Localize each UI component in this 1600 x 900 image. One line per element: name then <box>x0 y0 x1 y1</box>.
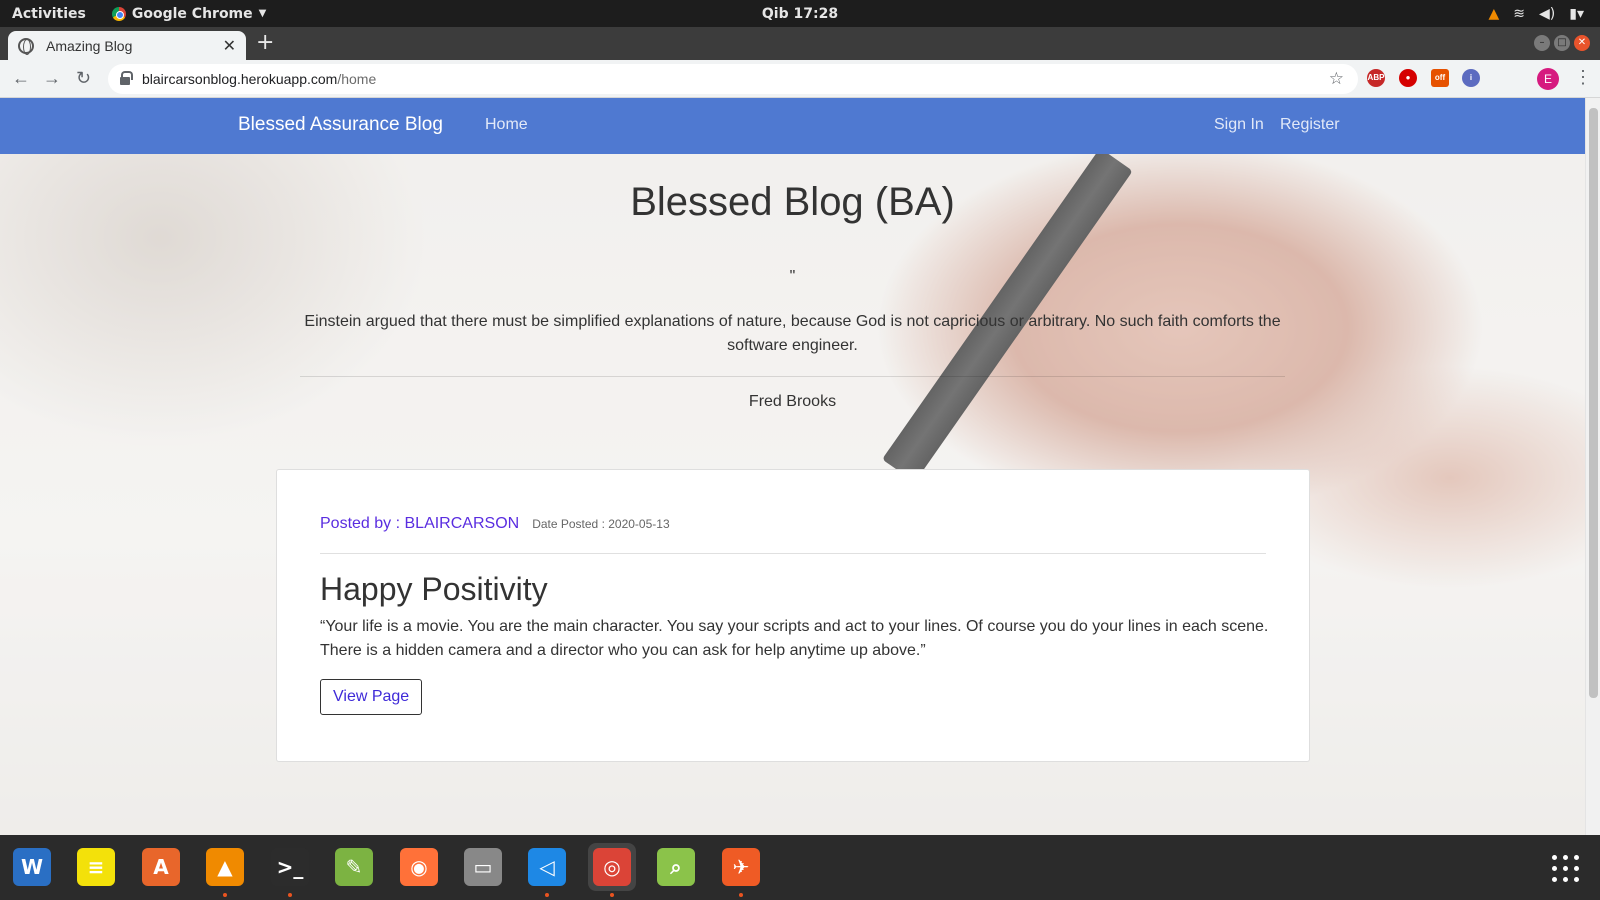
terminal-icon[interactable]: >_ <box>266 843 314 897</box>
firefox-icon-glyph: ◉ <box>400 848 438 886</box>
post-meta: Posted by : BLAIRCARSON Date Posted : 20… <box>320 515 670 533</box>
volume-icon[interactable]: ◀) <box>1539 6 1555 22</box>
files-icon-glyph: ▭ <box>464 848 502 886</box>
notes-icon-glyph: ≡ <box>77 848 115 886</box>
forward-button[interactable]: → <box>43 68 61 89</box>
software-center-icon[interactable]: A <box>137 843 185 891</box>
vlc-icon-glyph: ▲ <box>206 848 244 886</box>
image-viewer-icon-glyph: ⌕ <box>657 848 695 886</box>
minimize-button[interactable]: – <box>1534 35 1550 51</box>
quote-mark: " <box>789 268 796 285</box>
reload-button[interactable]: ↻ <box>76 68 91 89</box>
terminal-icon-glyph: >_ <box>271 848 309 886</box>
scrollbar-thumb[interactable] <box>1589 108 1598 698</box>
tab-title: Amazing Blog <box>46 37 133 54</box>
chrome-icon[interactable]: ◎ <box>588 843 636 897</box>
running-indicator <box>739 893 743 897</box>
running-indicator <box>610 893 614 897</box>
wifi-icon[interactable]: ≋ <box>1513 6 1525 22</box>
ublock-icon[interactable]: ● <box>1399 69 1417 87</box>
nav-register-link[interactable]: Register <box>1280 116 1340 134</box>
url-host: blaircarsonblog.herokuapp.com <box>142 71 338 87</box>
bookmark-star-icon[interactable]: ☆ <box>1329 69 1344 89</box>
text-editor-icon[interactable]: ✎ <box>330 843 378 891</box>
post-author-link[interactable]: Posted by : BLAIRCARSON <box>320 515 519 533</box>
rss-extension-icon[interactable]: off <box>1431 69 1449 87</box>
profile-avatar[interactable]: E <box>1537 68 1559 90</box>
system-top-bar: Activities Google Chrome ▼ Qib 17:28 ▲ ≋… <box>0 0 1600 27</box>
card-divider <box>320 553 1266 554</box>
globe-icon <box>18 37 34 55</box>
maximize-button[interactable]: □ <box>1554 35 1570 51</box>
app-menu[interactable]: Google Chrome ▼ <box>111 5 267 22</box>
running-indicator <box>223 893 227 897</box>
quote-divider <box>300 376 1285 377</box>
post-card: Posted by : BLAIRCARSON Date Posted : 20… <box>276 469 1310 762</box>
extension-icon[interactable]: i <box>1462 69 1480 87</box>
address-bar[interactable]: blaircarsonblog.herokuapp.com/home ☆ <box>108 64 1358 94</box>
chrome-menu-icon[interactable]: ⋮ <box>1574 67 1592 88</box>
chrome-icon <box>111 6 126 21</box>
caret-down-icon: ▼ <box>258 8 267 19</box>
back-button[interactable]: ← <box>12 68 30 89</box>
activities-button[interactable]: Activities <box>12 6 86 22</box>
system-tray[interactable]: ▲ ≋ ◀) ▮▾ <box>1489 0 1584 27</box>
vlc-icon[interactable]: ▲ <box>201 843 249 897</box>
chrome-icon-glyph: ◎ <box>593 848 631 886</box>
image-viewer-icon[interactable]: ⌕ <box>652 843 700 891</box>
vscode-icon-glyph: ◁ <box>528 848 566 886</box>
show-applications-icon[interactable] <box>1552 855 1580 883</box>
view-page-button[interactable]: View Page <box>320 679 423 715</box>
site-brand-link[interactable]: Blessed Assurance Blog <box>238 114 443 136</box>
quote-author: Fred Brooks <box>748 393 837 410</box>
app-menu-label: Google Chrome <box>131 5 253 22</box>
tab-strip: Amazing Blog ✕ <box>0 27 1600 60</box>
lock-icon[interactable] <box>120 71 133 85</box>
libreoffice-writer-icon[interactable]: W <box>8 843 56 891</box>
battery-icon[interactable]: ▮▾ <box>1569 6 1584 22</box>
site-navbar: Blessed Assurance Blog Home Sign In Regi… <box>0 98 1585 154</box>
notes-icon[interactable]: ≡ <box>72 843 120 891</box>
vlc-tray-icon[interactable]: ▲ <box>1489 6 1500 22</box>
postman-icon-glyph: ✈ <box>722 848 760 886</box>
dock: W ≡ A ▲ >_ ✎ ◉ ▭ ◁ ◎ ⌕ ✈ <box>0 835 1600 900</box>
window-controls: – □ ✕ <box>1534 35 1590 51</box>
url-path: /home <box>337 71 377 87</box>
browser-toolbar: ← → ↻ blaircarsonblog.herokuapp.com/home… <box>0 60 1600 98</box>
files-icon[interactable]: ▭ <box>459 843 507 891</box>
post-body: “Your life is a movie. You are the main … <box>320 618 1269 659</box>
running-indicator <box>288 893 292 897</box>
adblock-plus-icon[interactable]: ABP <box>1367 69 1385 87</box>
hero-quote: Einstein argued that there must be simpl… <box>304 313 1281 354</box>
vscode-icon[interactable]: ◁ <box>523 843 571 897</box>
libreoffice-writer-icon-glyph: W <box>13 848 51 886</box>
post-date: Date Posted : 2020-05-13 <box>532 517 670 531</box>
postman-icon[interactable]: ✈ <box>717 843 765 897</box>
text-editor-icon-glyph: ✎ <box>335 848 373 886</box>
running-indicator <box>545 893 549 897</box>
firefox-icon[interactable]: ◉ <box>395 843 443 891</box>
page-viewport: Blessed Assurance Blog Home Sign In Regi… <box>0 98 1600 835</box>
close-tab-icon[interactable]: ✕ <box>223 36 236 56</box>
page-title: Blessed Blog (BA) <box>630 180 955 224</box>
post-title: Happy Positivity <box>320 571 548 607</box>
page-scrollbar[interactable] <box>1585 98 1600 835</box>
software-center-icon-glyph: A <box>142 848 180 886</box>
nav-signin-link[interactable]: Sign In <box>1214 116 1264 134</box>
nav-home-link[interactable]: Home <box>485 116 528 134</box>
close-window-button[interactable]: ✕ <box>1574 35 1590 51</box>
new-tab-button[interactable]: + <box>256 31 274 55</box>
tab-amazing-blog[interactable]: Amazing Blog ✕ <box>8 31 246 60</box>
